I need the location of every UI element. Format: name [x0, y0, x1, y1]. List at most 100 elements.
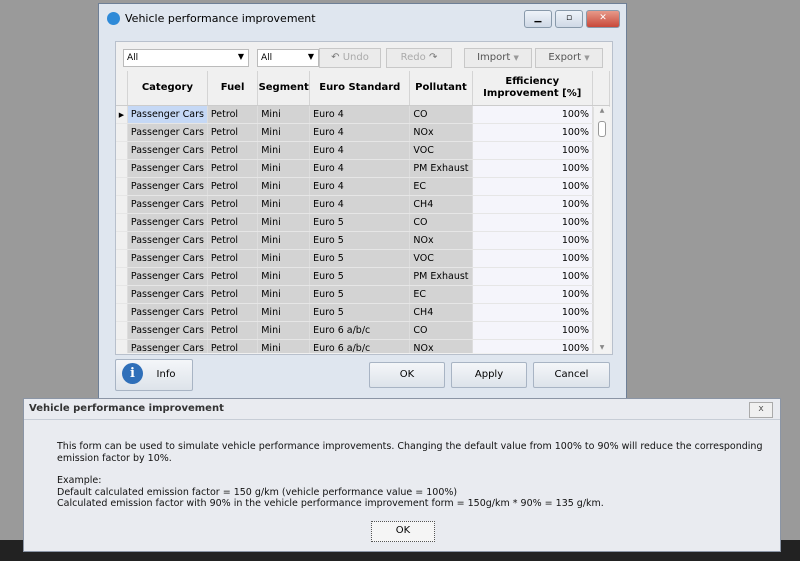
cell-pollutant[interactable]: NOx	[409, 123, 473, 142]
filter-combo-1[interactable]: All ▼	[123, 49, 249, 67]
row-indicator[interactable]	[116, 177, 128, 196]
cell-segment[interactable]: Mini	[257, 339, 311, 353]
row-indicator[interactable]	[116, 339, 128, 353]
row-indicator[interactable]	[116, 231, 128, 250]
cell-category[interactable]: Passenger Cars	[127, 339, 208, 353]
filter-combo-2[interactable]: All ▼	[257, 49, 319, 67]
cell-pollutant[interactable]: CO	[409, 321, 473, 340]
column-header-pollutant[interactable]: Pollutant	[409, 71, 473, 106]
apply-button[interactable]: Apply	[451, 362, 527, 388]
row-indicator[interactable]	[116, 141, 128, 160]
cell-pollutant[interactable]: EC	[409, 177, 473, 196]
cell-pollutant[interactable]: NOx	[409, 339, 473, 353]
row-indicator[interactable]	[116, 159, 128, 178]
column-header-efficiency[interactable]: Efficiency Improvement [%]	[472, 71, 593, 106]
cell-category[interactable]: Passenger Cars	[127, 321, 208, 340]
cell-efficiency[interactable]: 100%	[472, 249, 593, 268]
close-button[interactable]: ✕	[586, 10, 620, 28]
cell-efficiency[interactable]: 100%	[472, 267, 593, 286]
row-indicator[interactable]	[116, 249, 128, 268]
table-row[interactable]: Passenger Cars Petrol Mini Euro 4 CH4 100%	[116, 195, 610, 214]
cell-euro-standard[interactable]: Euro 5	[309, 303, 411, 322]
cell-category[interactable]: Passenger Cars	[127, 177, 208, 196]
row-indicator[interactable]	[116, 195, 128, 214]
cell-segment[interactable]: Mini	[257, 303, 311, 322]
cell-segment[interactable]: Mini	[257, 177, 311, 196]
column-header-fuel[interactable]: Fuel	[207, 71, 259, 106]
cell-efficiency[interactable]: 100%	[472, 105, 593, 124]
dialog-close-button[interactable]: x	[749, 402, 773, 418]
cell-category[interactable]: Passenger Cars	[127, 249, 208, 268]
cell-fuel[interactable]: Petrol	[207, 141, 259, 160]
row-indicator[interactable]	[116, 123, 128, 142]
cell-fuel[interactable]: Petrol	[207, 339, 259, 353]
row-indicator[interactable]: ▶	[116, 105, 128, 124]
cell-segment[interactable]: Mini	[257, 321, 311, 340]
cell-pollutant[interactable]: CO	[409, 213, 473, 232]
cell-euro-standard[interactable]: Euro 4	[309, 159, 411, 178]
cell-category[interactable]: Passenger Cars	[127, 231, 208, 250]
cell-euro-standard[interactable]: Euro 4	[309, 105, 411, 124]
column-header-segment[interactable]: Segment	[257, 71, 311, 106]
scroll-down-icon[interactable]: ▼	[594, 344, 610, 351]
table-row[interactable]: Passenger Cars Petrol Mini Euro 5 CO 100%	[116, 213, 610, 232]
cell-category[interactable]: Passenger Cars	[127, 213, 208, 232]
cell-segment[interactable]: Mini	[257, 249, 311, 268]
table-row[interactable]: Passenger Cars Petrol Mini Euro 5 PM Exhaust…	[116, 267, 610, 286]
export-button[interactable]: Export ▼	[535, 48, 603, 68]
cell-fuel[interactable]: Petrol	[207, 249, 259, 268]
cell-fuel[interactable]: Petrol	[207, 303, 259, 322]
row-indicator[interactable]	[116, 303, 128, 322]
cell-fuel[interactable]: Petrol	[207, 213, 259, 232]
table-row[interactable]: Passenger Cars Petrol Mini Euro 6 a/b/c NOx 1…	[116, 339, 610, 353]
table-row[interactable]: Passenger Cars Petrol Mini Euro 5 VOC 100%	[116, 249, 610, 268]
cell-segment[interactable]: Mini	[257, 159, 311, 178]
scroll-thumb[interactable]	[598, 121, 606, 137]
cell-efficiency[interactable]: 100%	[472, 213, 593, 232]
cell-segment[interactable]: Mini	[257, 141, 311, 160]
cell-efficiency[interactable]: 100%	[472, 303, 593, 322]
cell-fuel[interactable]: Petrol	[207, 159, 259, 178]
cell-euro-standard[interactable]: Euro 6 a/b/c	[309, 321, 411, 340]
scroll-up-icon[interactable]: ▲	[594, 107, 610, 114]
cell-pollutant[interactable]: CO	[409, 105, 473, 124]
cell-pollutant[interactable]: PM Exhaust	[409, 159, 473, 178]
table-row[interactable]: Passenger Cars Petrol Mini Euro 6 a/b/c CO 10…	[116, 321, 610, 340]
ok-button[interactable]: OK	[369, 362, 445, 388]
vertical-scrollbar[interactable]: ▲ ▼	[593, 107, 610, 353]
cell-euro-standard[interactable]: Euro 4	[309, 123, 411, 142]
row-indicator[interactable]	[116, 213, 128, 232]
cell-euro-standard[interactable]: Euro 4	[309, 141, 411, 160]
cell-category[interactable]: Passenger Cars	[127, 267, 208, 286]
cell-fuel[interactable]: Petrol	[207, 195, 259, 214]
table-row[interactable]: Passenger Cars Petrol Mini Euro 4 NOx 100%	[116, 123, 610, 142]
table-row[interactable]: Passenger Cars Petrol Mini Euro 4 PM Exhaust…	[116, 159, 610, 178]
cell-segment[interactable]: Mini	[257, 123, 311, 142]
cell-category[interactable]: Passenger Cars	[127, 159, 208, 178]
cell-efficiency[interactable]: 100%	[472, 231, 593, 250]
import-button[interactable]: Import ▼	[464, 48, 532, 68]
cell-pollutant[interactable]: PM Exhaust	[409, 267, 473, 286]
table-row[interactable]: Passenger Cars Petrol Mini Euro 5 CH4 100%	[116, 303, 610, 322]
cell-euro-standard[interactable]: Euro 5	[309, 231, 411, 250]
row-indicator[interactable]	[116, 285, 128, 304]
cell-fuel[interactable]: Petrol	[207, 231, 259, 250]
cell-category[interactable]: Passenger Cars	[127, 285, 208, 304]
table-row[interactable]: ▶ Passenger Cars Petrol Mini Euro 4 CO 100%	[116, 105, 610, 124]
cell-fuel[interactable]: Petrol	[207, 123, 259, 142]
table-row[interactable]: Passenger Cars Petrol Mini Euro 5 EC 100%	[116, 285, 610, 304]
cell-category[interactable]: Passenger Cars	[127, 303, 208, 322]
cell-efficiency[interactable]: 100%	[472, 177, 593, 196]
cell-euro-standard[interactable]: Euro 5	[309, 213, 411, 232]
cell-pollutant[interactable]: NOx	[409, 231, 473, 250]
dialog-ok-button[interactable]: OK	[371, 521, 435, 542]
cell-pollutant[interactable]: VOC	[409, 141, 473, 160]
cell-euro-standard[interactable]: Euro 5	[309, 285, 411, 304]
cell-category[interactable]: Passenger Cars	[127, 123, 208, 142]
cell-efficiency[interactable]: 100%	[472, 141, 593, 160]
cell-category[interactable]: Passenger Cars	[127, 141, 208, 160]
cell-category[interactable]: Passenger Cars	[127, 105, 208, 124]
cell-efficiency[interactable]: 100%	[472, 195, 593, 214]
cell-segment[interactable]: Mini	[257, 195, 311, 214]
cell-efficiency[interactable]: 100%	[472, 339, 593, 353]
